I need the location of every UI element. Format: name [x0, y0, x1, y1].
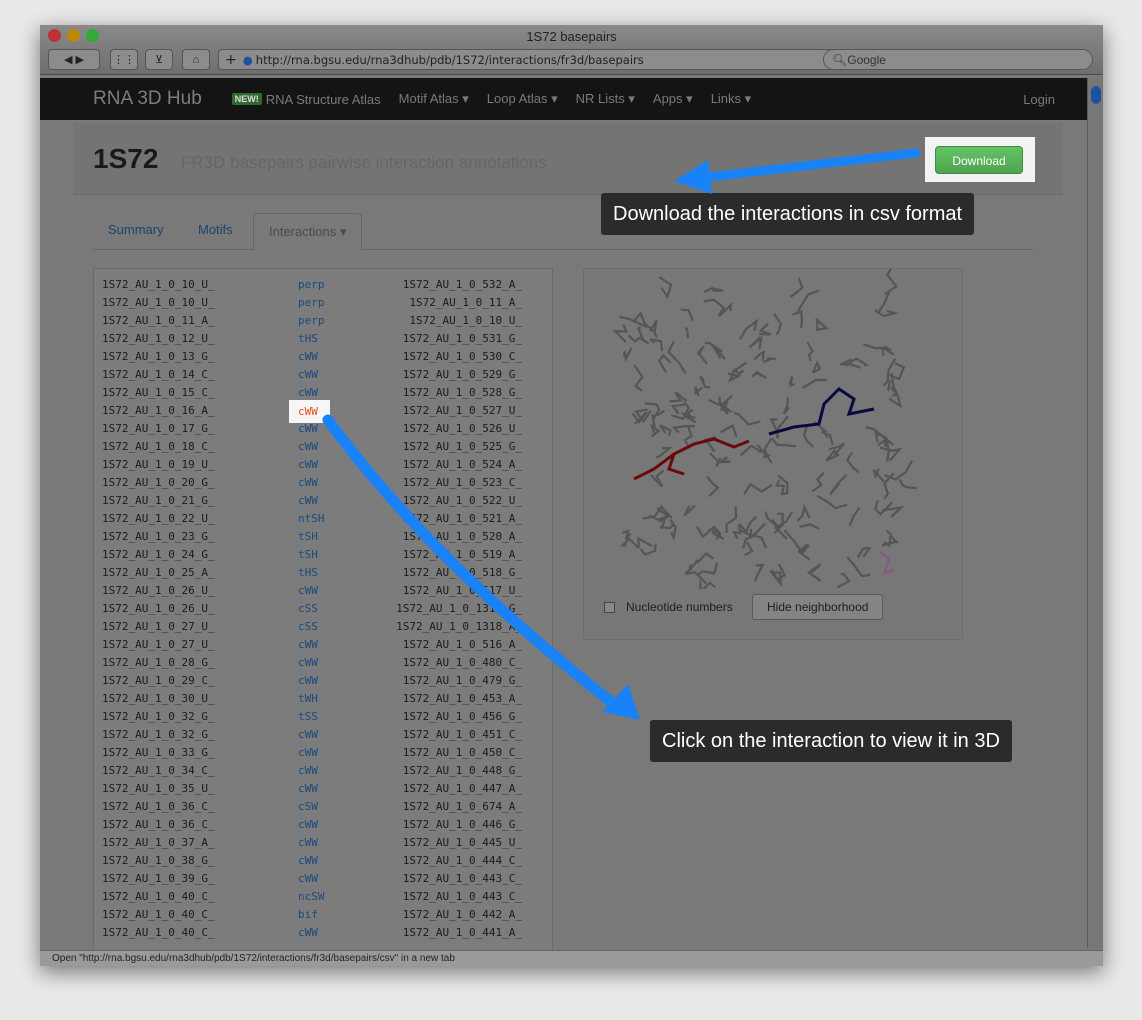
annotation-arrows [322, 148, 921, 720]
arrowhead-download [674, 160, 712, 194]
arrow-to-click-tip [322, 414, 621, 711]
arrow-to-download [695, 148, 921, 183]
